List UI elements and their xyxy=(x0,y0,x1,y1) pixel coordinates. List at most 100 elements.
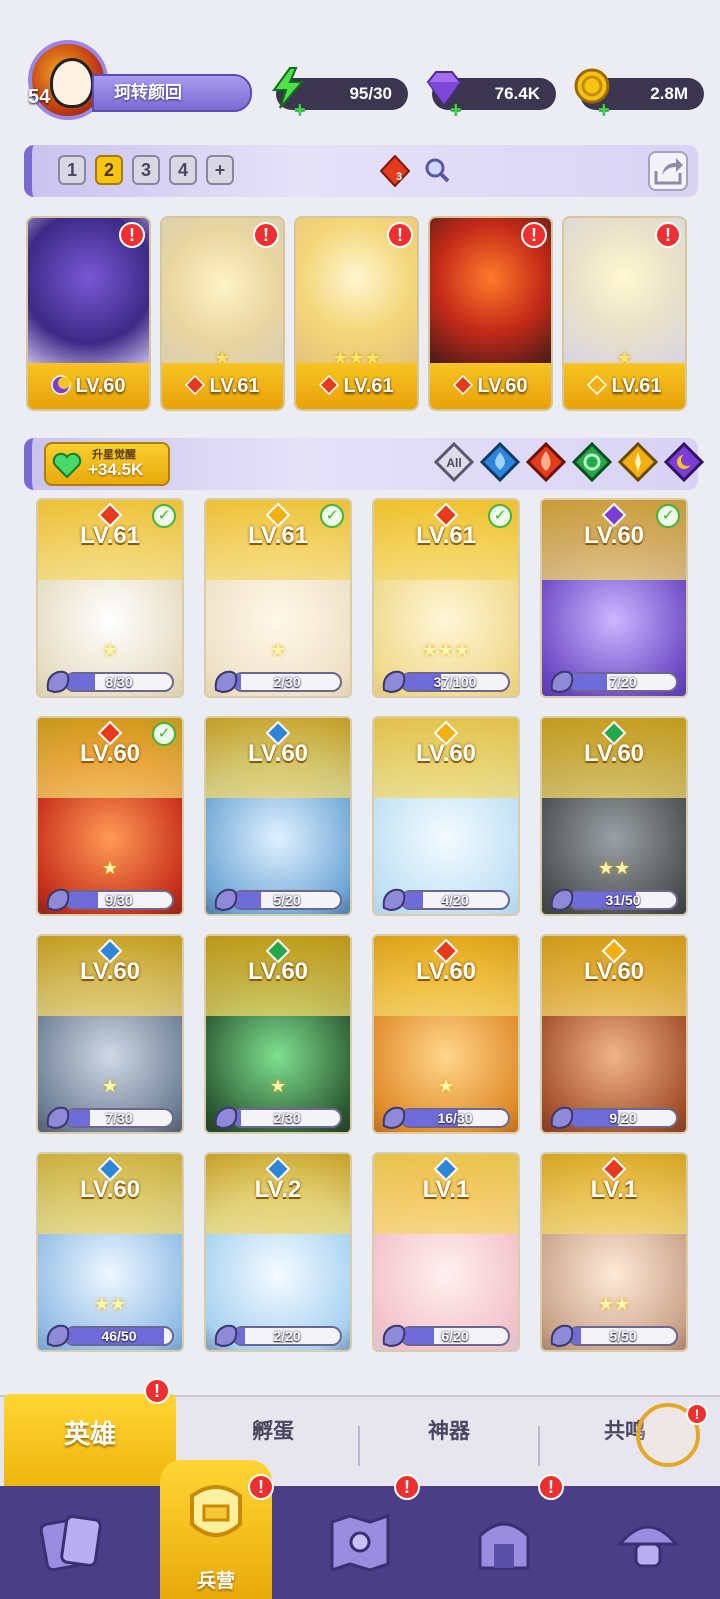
share-button[interactable] xyxy=(648,151,688,191)
star-rating: ★ xyxy=(101,640,119,660)
hero-shard-icon xyxy=(46,888,70,912)
star-awaken-bonus[interactable]: 升星觉醒 +34.5K xyxy=(44,442,170,486)
player-level: 54 xyxy=(28,86,51,108)
nav-shrine[interactable] xyxy=(432,1486,576,1599)
star-rating: ★★★ xyxy=(421,640,471,660)
hero-level: LV.60 xyxy=(79,958,141,985)
team-member-card[interactable]: LV.60 ! xyxy=(26,216,151,411)
filter-fire-button[interactable] xyxy=(526,442,566,482)
shard-count: 8/30 xyxy=(105,674,133,690)
hero-card[interactable]: LV.1 6/20 xyxy=(372,1152,520,1352)
team-tab-2[interactable]: 2 xyxy=(95,155,123,185)
hero-shard-icon xyxy=(382,1106,406,1130)
tab-artifact[interactable]: 神器 xyxy=(364,1415,534,1445)
alert-badge: ! xyxy=(686,1403,708,1425)
plus-icon[interactable]: + xyxy=(450,94,462,126)
tab-divider xyxy=(358,1426,360,1466)
hero-card[interactable]: LV.60 ★ 2/30 xyxy=(204,934,352,1134)
hero-level: LV.1 xyxy=(590,1176,638,1203)
hero-card[interactable]: LV.61 ✓ ★ 8/30 xyxy=(36,498,184,698)
hero-card[interactable]: LV.60 ★ 16/30 xyxy=(372,934,520,1134)
shard-progress-bar: 7/20 xyxy=(568,672,678,692)
shard-progress-bar: 8/30 xyxy=(64,672,174,692)
plus-icon[interactable]: + xyxy=(598,94,610,126)
shard-count: 5/50 xyxy=(609,1328,637,1344)
filter-water-button[interactable] xyxy=(480,442,520,482)
nav-cards[interactable] xyxy=(0,1486,144,1599)
shrine-icon xyxy=(478,1522,530,1570)
member-level: LV.60 xyxy=(430,363,551,409)
member-level: LV.60 xyxy=(28,363,149,409)
in-team-check-icon: ✓ xyxy=(152,504,176,528)
alert-badge: ! xyxy=(119,222,145,248)
hero-shard-icon xyxy=(46,1324,70,1348)
hero-level: LV.60 xyxy=(415,958,477,985)
gold-resource[interactable]: + 2.8M xyxy=(574,68,704,121)
star-rating: ★★ xyxy=(597,1294,631,1314)
plus-icon[interactable]: + xyxy=(294,94,306,126)
light-element-icon xyxy=(587,375,608,395)
cards-icon xyxy=(39,1515,102,1572)
add-team-tab[interactable]: + xyxy=(206,155,234,185)
shard-progress-bar: 37/100 xyxy=(400,672,510,692)
nav-guild[interactable] xyxy=(576,1486,720,1599)
hero-card[interactable]: LV.60 4/20 xyxy=(372,716,520,916)
tab-heroes[interactable]: 英雄 xyxy=(4,1394,176,1486)
hero-card[interactable]: LV.2 2/20 xyxy=(204,1152,352,1352)
hero-card[interactable]: LV.60 ★ 7/30 xyxy=(36,934,184,1134)
hero-shard-icon xyxy=(382,888,406,912)
hero-card[interactable]: LV.60 ✓ 7/20 xyxy=(540,498,688,698)
hero-level: LV.60 xyxy=(79,1176,141,1203)
alert-badge: ! xyxy=(521,222,547,248)
filter-wind-button[interactable] xyxy=(572,442,612,482)
hero-shard-icon xyxy=(382,670,406,694)
star-rating: ★ xyxy=(101,858,119,878)
mushroom-icon xyxy=(616,1525,680,1568)
star-rating: ★ xyxy=(269,1076,287,1096)
gold-value: 2.8M xyxy=(650,84,688,103)
member-level: LV.61 xyxy=(296,363,417,409)
hero-shard-icon xyxy=(382,1324,406,1348)
tab-hatch[interactable]: 孵蛋 xyxy=(188,1415,358,1445)
star-rating: ★★ xyxy=(597,858,631,878)
hero-card[interactable]: LV.60 ★★ 31/50 xyxy=(540,716,688,916)
hero-card[interactable]: LV.61 ✓ ★★★ 37/100 xyxy=(372,498,520,698)
hero-level: LV.1 xyxy=(422,1176,470,1203)
in-team-check-icon: ✓ xyxy=(656,504,680,528)
in-team-check-icon: ✓ xyxy=(320,504,344,528)
filter-dark-button[interactable] xyxy=(664,442,704,482)
shard-count: 2/20 xyxy=(273,1328,301,1344)
hero-filter-bar: 升星觉醒 +34.5K All xyxy=(24,438,704,490)
shard-progress-bar: 5/20 xyxy=(232,890,342,910)
team-member-card[interactable]: ★ LV.61 ! xyxy=(562,216,687,411)
hero-level: LV.60 xyxy=(583,958,645,985)
energy-resource[interactable]: + 95/30 xyxy=(272,67,408,121)
hero-card[interactable]: LV.61 ✓ ★ 2/30 xyxy=(204,498,352,698)
search-icon[interactable] xyxy=(424,157,450,183)
hero-card[interactable]: LV.60 5/20 xyxy=(204,716,352,916)
nav-map[interactable] xyxy=(288,1486,432,1599)
team-tab-1[interactable]: 1 xyxy=(58,155,86,185)
filter-all-button[interactable]: All xyxy=(434,442,474,482)
hero-card[interactable]: LV.60 ★★ 46/50 xyxy=(36,1152,184,1352)
shard-count: 46/50 xyxy=(101,1328,137,1344)
filter-light-button[interactable] xyxy=(618,442,658,482)
team-tab-3[interactable]: 3 xyxy=(132,155,160,185)
team-member-card[interactable]: ★ LV.61 ! xyxy=(160,216,285,411)
shard-count: 6/20 xyxy=(441,1328,469,1344)
gem-resource[interactable]: + 76.4K xyxy=(426,71,556,121)
team-member-card[interactable]: ★★★ LV.61 ! xyxy=(294,216,419,411)
hero-level: LV.60 xyxy=(247,740,309,767)
hero-card[interactable]: LV.60 ✓ ★ 9/30 xyxy=(36,716,184,916)
hero-card[interactable]: LV.1 ★★ 5/50 xyxy=(540,1152,688,1352)
dark-element-icon xyxy=(51,375,72,395)
share-icon xyxy=(654,158,683,185)
alert-badge: ! xyxy=(253,222,279,248)
team-tab-4[interactable]: 4 xyxy=(169,155,197,185)
hero-card[interactable]: LV.60 9/20 xyxy=(540,934,688,1134)
player-name[interactable]: 珂转颜回 xyxy=(92,74,252,112)
team-member-card[interactable]: LV.60 ! xyxy=(428,216,553,411)
hero-shard-icon xyxy=(214,1324,238,1348)
nav-barracks-label: 兵营 xyxy=(196,1571,235,1592)
awaken-value: +34.5K xyxy=(88,460,144,479)
